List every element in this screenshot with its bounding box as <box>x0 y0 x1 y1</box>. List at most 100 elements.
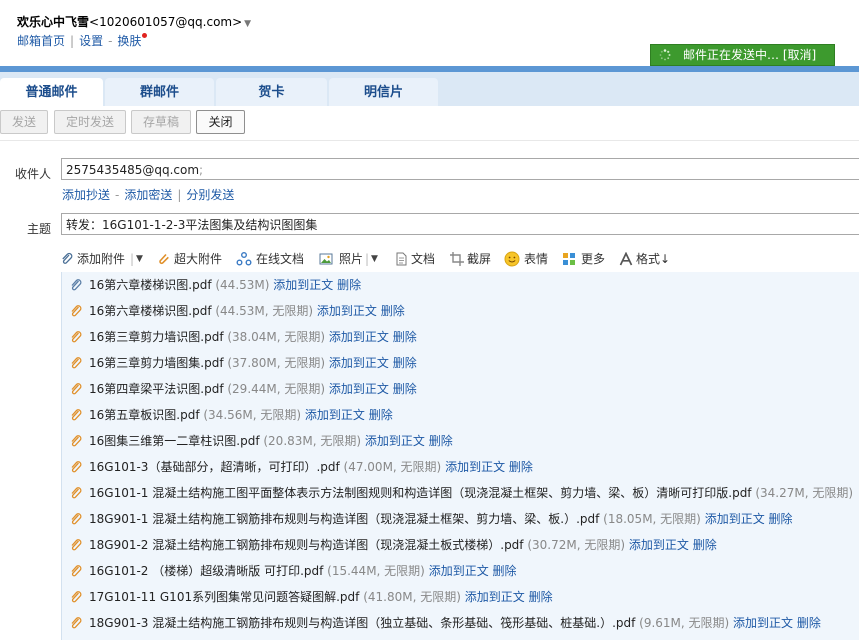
attachment-size: (44.53M, 无限期) <box>211 304 317 318</box>
attachment-size: (18.05M, 无限期) <box>599 512 705 526</box>
add-to-body-link[interactable]: 添加到正文 <box>365 434 425 448</box>
send-button[interactable]: 发送 <box>0 110 48 134</box>
link-separator: | <box>177 188 182 202</box>
attachment-filename: 18G901-2 混凝土结构施工钢筋排布规则与构造详图（现浇混凝土板式楼梯）.p… <box>89 538 524 552</box>
add-to-body-link[interactable]: 添加到正文 <box>733 616 793 630</box>
attachment-row: 18G901-1 混凝土结构施工钢筋排布规则与构造详图（现浇混凝土框架、剪力墙、… <box>62 506 859 532</box>
change-skin-link[interactable]: 换肤 <box>117 34 141 48</box>
paperclip-icon <box>71 487 82 499</box>
close-button[interactable]: 关闭 <box>196 110 245 134</box>
paperclip-icon <box>71 513 82 525</box>
add-bcc-link[interactable]: 添加密送 <box>124 188 172 202</box>
delete-attachment-link[interactable]: 删除 <box>509 460 533 474</box>
add-to-body-link[interactable]: 添加到正文 <box>329 382 389 396</box>
attachment-row: 16第三章剪力墙识图.pdf (38.04M, 无限期) 添加到正文 删除 <box>62 324 859 350</box>
subject-input[interactable]: 转发：16G101-1-2-3平法图集及结构识图图集 <box>61 213 859 235</box>
format-icon <box>619 252 633 266</box>
attachment-filename: 16第三章剪力墙图集.pdf <box>89 356 224 370</box>
paperclip-icon <box>71 461 82 473</box>
tab-group-mail[interactable]: 群邮件 <box>105 78 214 106</box>
attachment-filename: 16第六章楼梯识图.pdf <box>89 278 212 292</box>
mailbox-home-link[interactable]: 邮箱首页 <box>17 34 65 48</box>
tab-greeting-card[interactable]: 贺卡 <box>216 78 327 106</box>
delete-attachment-link[interactable]: 删除 <box>369 408 393 422</box>
chevron-down-icon[interactable]: ▼ <box>136 249 143 269</box>
add-to-body-link[interactable]: 添加到正文 <box>429 564 489 578</box>
delete-attachment-link[interactable]: 删除 <box>381 304 405 318</box>
attachment-filename: 16G101-3（基础部分，超清晰，可打印）.pdf <box>89 460 340 474</box>
paperclip-icon <box>71 383 82 395</box>
delete-attachment-link[interactable]: 删除 <box>693 538 717 552</box>
paperclip-icon <box>71 435 82 447</box>
paperclip-icon <box>71 617 82 629</box>
subject-label: 主题 <box>27 222 52 236</box>
delete-attachment-link[interactable]: 删除 <box>493 564 517 578</box>
attachment-filename: 16图集三维第一二章柱识图.pdf <box>89 434 260 448</box>
attachment-list: 16第六章楼梯识图.pdf (44.53M) 添加到正文 删除 16第六章楼梯识图… <box>61 272 859 640</box>
attachment-row: 16第四章梁平法识图.pdf (29.44M, 无限期) 添加到正文 删除 <box>62 376 859 402</box>
add-to-body-link[interactable]: 添加到正文 <box>445 460 505 474</box>
chevron-down-icon[interactable]: ▼ <box>371 249 378 269</box>
emoji-icon <box>504 251 520 267</box>
attachment-row: 16第六章楼梯识图.pdf (44.53M) 添加到正文 删除 <box>62 272 859 298</box>
paperclip-icon <box>71 539 82 551</box>
recipient-separator: ; <box>199 163 204 177</box>
add-to-body-link[interactable]: 添加到正文 <box>465 590 525 604</box>
save-draft-button[interactable]: 存草稿 <box>131 110 191 134</box>
attachment-size: (34.56M, 无限期) <box>199 408 305 422</box>
attachment-size: (44.53M) <box>211 278 274 292</box>
add-to-body-link[interactable]: 添加到正文 <box>629 538 689 552</box>
paperclip-icon <box>71 305 82 317</box>
tab-postcard[interactable]: 明信片 <box>329 78 438 106</box>
attachment-row: 18G901-2 混凝土结构施工钢筋排布规则与构造详图（现浇混凝土板式楼梯）.p… <box>62 532 859 558</box>
add-cc-link[interactable]: 添加抄送 <box>62 188 110 202</box>
add-to-body-link[interactable]: 添加到正文 <box>329 330 389 344</box>
delete-attachment-link[interactable]: 删除 <box>429 434 453 448</box>
settings-link[interactable]: 设置 <box>79 34 103 48</box>
delete-attachment-link[interactable]: 删除 <box>797 616 821 630</box>
attachment-size: (37.80M, 无限期) <box>223 356 329 370</box>
tab-normal-mail[interactable]: 普通邮件 <box>0 78 103 106</box>
account-email: <1020601057@qq.com> <box>89 15 243 29</box>
cancel-sending-link[interactable]: [取消] <box>783 48 816 62</box>
attachment-size: (34.27M, 无限期) <box>751 486 854 500</box>
to-field[interactable]: 2575435485@qq.com; <box>61 158 859 180</box>
add-to-body-link[interactable]: 添加到正文 <box>705 512 765 526</box>
add-to-body-link[interactable]: 添加到正文 <box>329 356 389 370</box>
separate-send-link[interactable]: 分别发送 <box>186 188 234 202</box>
attachment-row: 16第六章楼梯识图.pdf (44.53M, 无限期) 添加到正文 删除 <box>62 298 859 324</box>
add-to-body-link[interactable]: 添加到正文 <box>305 408 365 422</box>
attachment-row: 16G101-1 混凝土结构施工图平面整体表示方法制图规则和构造详图（现浇混凝土… <box>62 480 859 506</box>
add-to-body-link[interactable]: 添加到正文 <box>273 278 333 292</box>
link-separator: - <box>115 188 120 202</box>
delete-attachment-link[interactable]: 删除 <box>393 356 417 370</box>
delete-attachment-link[interactable]: 删除 <box>769 512 793 526</box>
attachment-filename: 16第六章楼梯识图.pdf <box>89 304 212 318</box>
compose-toolbar: 发送 定时发送 存草稿 关闭 <box>0 106 859 141</box>
delete-attachment-link[interactable]: 删除 <box>393 382 417 396</box>
attachment-size: (9.61M, 无限期) <box>635 616 734 630</box>
attachment-row: 16G101-3（基础部分，超清晰，可打印）.pdf (47.00M, 无限期)… <box>62 454 859 480</box>
account-nickname: 欢乐心中飞雪 <box>17 15 90 29</box>
add-to-body-link[interactable]: 添加到正文 <box>317 304 377 318</box>
sending-status-text: 邮件正在发送中… <box>683 48 780 62</box>
attachment-size: (41.80M, 无限期) <box>359 590 465 604</box>
attachment-size: (29.44M, 无限期) <box>223 382 329 396</box>
delete-attachment-link[interactable]: 删除 <box>529 590 553 604</box>
attachment-row: 16图集三维第一二章柱识图.pdf (20.83M, 无限期) 添加到正文 删除 <box>62 428 859 454</box>
header-links: 邮箱首页 | 设置 - 换肤 <box>17 32 148 49</box>
delete-attachment-link[interactable]: 删除 <box>393 330 417 344</box>
scheduled-send-button[interactable]: 定时发送 <box>54 110 126 134</box>
attachment-row: 16G101-2 （楼梯）超级清晰版 可打印.pdf (15.44M, 无限期)… <box>62 558 859 584</box>
attachment-filename: 16第四章梁平法识图.pdf <box>89 382 224 396</box>
large-attachment-icon <box>159 253 169 265</box>
attachment-size: (20.83M, 无限期) <box>259 434 365 448</box>
delete-attachment-link[interactable]: 删除 <box>337 278 361 292</box>
document-icon <box>396 252 407 266</box>
attachment-filename: 16G101-1 混凝土结构施工图平面整体表示方法制图规则和构造详图（现浇混凝土… <box>89 486 752 500</box>
attachment-row: 16第五章板识图.pdf (34.56M, 无限期) 添加到正文 删除 <box>62 402 859 428</box>
attachment-filename: 16G101-2 （楼梯）超级清晰版 可打印.pdf <box>89 564 324 578</box>
account-dropdown-icon[interactable]: ▼ <box>244 19 251 29</box>
attachment-filename: 18G901-1 混凝土结构施工钢筋排布规则与构造详图（现浇混凝土框架、剪力墙、… <box>89 512 600 526</box>
to-recipient-address[interactable]: 2575435485@qq.com <box>66 163 199 177</box>
